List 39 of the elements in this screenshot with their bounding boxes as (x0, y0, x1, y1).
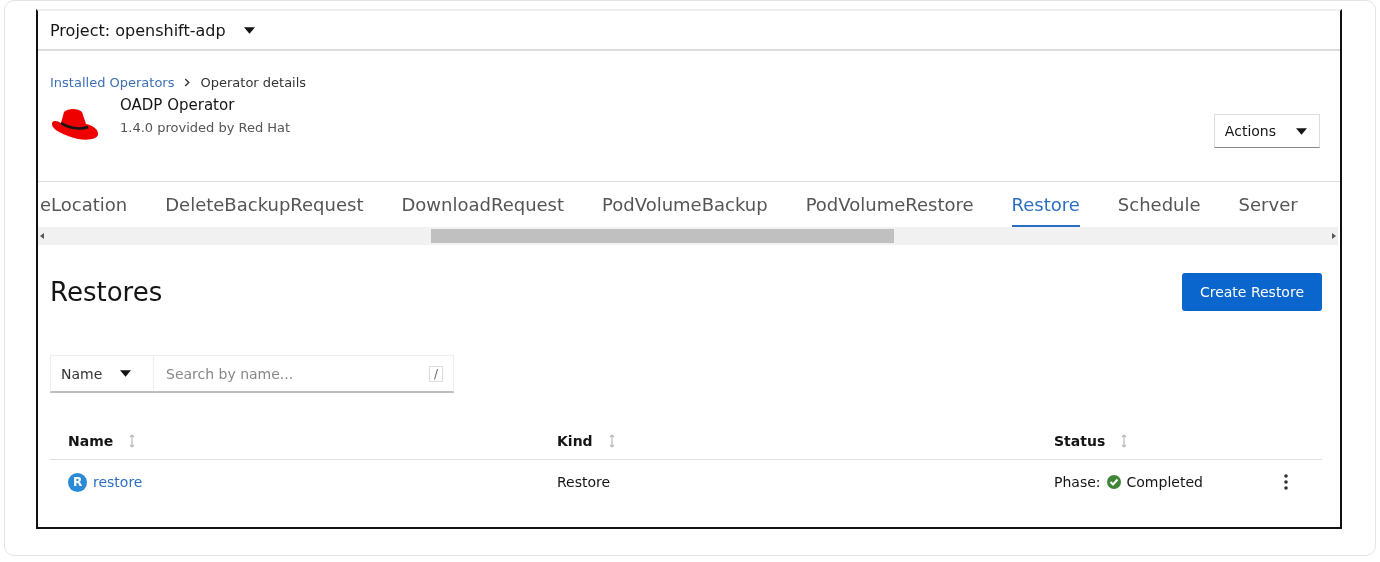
hat-logo-icon (50, 106, 100, 142)
chevron-icon (184, 78, 191, 87)
kebab-menu-icon[interactable] (1284, 474, 1288, 490)
breadcrumb-current: Operator details (200, 75, 307, 90)
shortcut-hint: / (428, 365, 443, 382)
operator-name: OADP Operator (120, 96, 236, 114)
phase-label: Phase: (1054, 474, 1101, 490)
sort-icon[interactable] (129, 434, 136, 448)
project-selector[interactable]: Project: openshift-adp (50, 20, 255, 40)
tab[interactable]: DownloadRequest (401, 194, 565, 227)
tab[interactable]: DeleteBackupRequest (165, 194, 364, 227)
breadcrumb-link[interactable]: Installed Operators (50, 75, 175, 90)
scroll-left-icon[interactable] (40, 233, 44, 239)
resource-badge: R (68, 472, 87, 492)
column-header[interactable]: Kind (557, 433, 593, 449)
tab[interactable]: Server (1238, 194, 1298, 227)
scroll-right-icon[interactable] (1332, 233, 1336, 239)
column-header[interactable]: Status (1054, 433, 1106, 449)
actions-dropdown[interactable]: Actions (1213, 114, 1320, 148)
horizontal-scrollbar[interactable] (38, 227, 1338, 245)
filter-search-bar[interactable]: Name Search by name... / (50, 355, 454, 393)
resource-link[interactable]: restore (93, 474, 143, 490)
operator-version: 1.4.0 provided by Red Hat (120, 120, 291, 135)
tab[interactable]: eLocation (40, 194, 128, 227)
tab[interactable]: PodVolumeRestore (805, 194, 974, 227)
tab[interactable]: PodVolumeBackup (602, 194, 768, 227)
caret-icon (120, 370, 132, 377)
filter-type-dropdown[interactable]: Name (51, 356, 154, 391)
table-cell: Restore (557, 474, 611, 490)
create-restore-button[interactable]: Create Restore (1181, 273, 1322, 311)
sort-icon[interactable] (1121, 434, 1128, 448)
page-title: Restores (50, 277, 163, 307)
caret-icon (243, 26, 255, 34)
check-circle-icon (1106, 475, 1121, 489)
status-text: Completed (1126, 474, 1203, 490)
sort-icon[interactable] (608, 434, 615, 448)
caret-icon (1296, 127, 1307, 135)
tab[interactable]: Schedule (1117, 194, 1201, 227)
column-header[interactable]: Name (68, 433, 114, 449)
